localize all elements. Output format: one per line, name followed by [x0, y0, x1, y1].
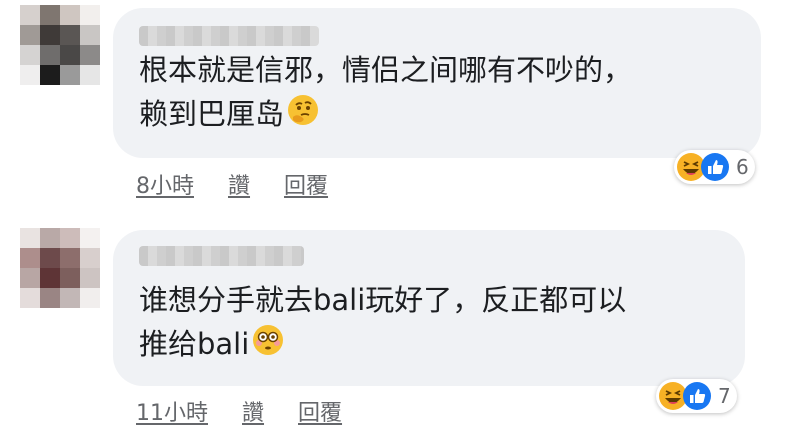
comment-text-line: 赖到巴厘岛 — [139, 92, 632, 138]
like-reaction-icon — [682, 381, 712, 411]
like-button[interactable]: 讚 — [228, 168, 250, 200]
reaction-summary[interactable]: 6 — [674, 150, 755, 184]
like-button[interactable]: 讚 — [242, 395, 264, 427]
flushed-face-emoji — [252, 324, 284, 368]
timestamp-link[interactable]: 11小時 — [136, 395, 208, 427]
author-name-blurred[interactable] — [139, 26, 319, 46]
comment-bubble: 根本就是信邪，情侣之间哪有不吵的， 赖到巴厘岛 — [113, 8, 761, 158]
comment-text: 谁想分手就去bali玩好了，反正都可以 推给bali — [139, 278, 626, 368]
comment-bubble: 谁想分手就去bali玩好了，反正都可以 推给bali — [113, 230, 745, 386]
like-reaction-icon — [700, 152, 730, 182]
comment-text-line: 谁想分手就去bali玩好了，反正都可以 — [139, 283, 627, 317]
timestamp-link[interactable]: 8小時 — [136, 168, 194, 200]
reaction-summary[interactable]: 7 — [656, 379, 737, 413]
author-name-blurred[interactable] — [139, 246, 304, 266]
avatar[interactable] — [20, 5, 100, 85]
comment-text-line: 推给bali — [139, 322, 626, 368]
reply-button[interactable]: 回覆 — [298, 395, 342, 427]
comment-actions: 8小時 讚 回覆 — [136, 168, 328, 200]
comment-text-line: 根本就是信邪，情侣之间哪有不吵的， — [139, 53, 633, 87]
reply-button[interactable]: 回覆 — [284, 168, 328, 200]
comment-actions: 11小時 讚 回覆 — [136, 395, 342, 427]
reaction-count: 6 — [736, 155, 749, 179]
avatar[interactable] — [20, 228, 100, 308]
reaction-count: 7 — [718, 384, 731, 408]
comment-text: 根本就是信邪，情侣之间哪有不吵的， 赖到巴厘岛 — [139, 48, 632, 138]
thinking-face-emoji — [287, 94, 319, 138]
